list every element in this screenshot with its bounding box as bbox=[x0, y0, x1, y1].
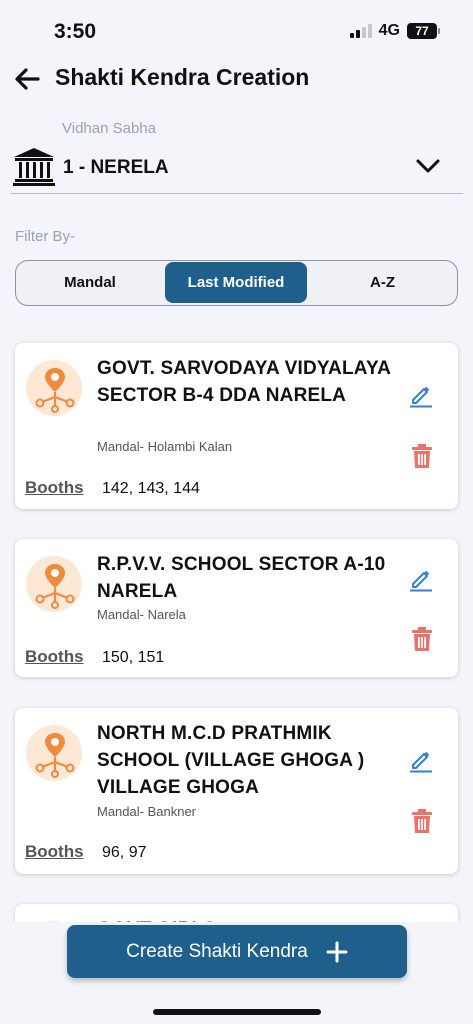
chevron-down-icon[interactable] bbox=[415, 156, 441, 176]
location-network-icon bbox=[26, 556, 82, 612]
kendra-mandal: Mandal- Bankner bbox=[97, 804, 196, 819]
plus-icon bbox=[326, 941, 348, 962]
kendra-card[interactable]: GOVT. SARVODAYA VIDYALAYA SECTOR B-4 DDA… bbox=[15, 343, 458, 509]
location-network-icon bbox=[26, 725, 82, 781]
vidhan-sabha-value: 1 - NERELA bbox=[63, 157, 169, 178]
kendra-mandal: Mandal- Narela bbox=[97, 607, 186, 622]
create-button-label: Create Shakti Kendra bbox=[126, 940, 308, 962]
filter-option-last-modified[interactable]: Last Modified bbox=[165, 262, 307, 303]
header: Shakti Kendra Creation bbox=[0, 58, 473, 100]
status-bar: 3:50 4G 77 bbox=[0, 0, 473, 60]
booths-value: 142, 143, 144 bbox=[102, 480, 200, 497]
kendra-name: R.P.V.V. SCHOOL SECTOR A-10 NARELA bbox=[97, 554, 386, 602]
edit-icon[interactable] bbox=[408, 566, 434, 592]
delete-icon[interactable] bbox=[410, 808, 434, 834]
filter-option-a-z[interactable]: A-Z bbox=[309, 261, 456, 304]
vidhan-sabha-select[interactable]: 1 - NERELA bbox=[10, 140, 463, 194]
filter-option-mandal[interactable]: Mandal bbox=[16, 261, 164, 304]
filter-label: Filter By- bbox=[15, 228, 75, 245]
booths-label[interactable]: Booths bbox=[25, 647, 84, 667]
booths-value: 150, 151 bbox=[102, 649, 165, 666]
location-network-icon bbox=[26, 360, 82, 416]
create-shakti-kendra-button[interactable]: Create Shakti Kendra bbox=[67, 925, 407, 978]
kendra-name: NORTH M.C.D PRATHMIK SCHOOL (VILLAGE GHO… bbox=[97, 723, 365, 798]
booths-label[interactable]: Booths bbox=[25, 842, 84, 862]
edit-icon[interactable] bbox=[408, 747, 434, 773]
government-building-icon bbox=[13, 148, 55, 186]
battery-icon: 77 bbox=[407, 23, 440, 39]
network-type: 4G bbox=[378, 22, 400, 39]
home-indicator bbox=[153, 1009, 321, 1015]
booths-label[interactable]: Booths bbox=[25, 478, 84, 498]
back-arrow-icon[interactable] bbox=[14, 66, 40, 92]
edit-icon[interactable] bbox=[408, 382, 434, 408]
kendra-card[interactable]: NORTH M.C.D PRATHMIK SCHOOL (VILLAGE GHO… bbox=[15, 708, 458, 874]
kendra-card[interactable]: R.P.V.V. SCHOOL SECTOR A-10 NARELA Manda… bbox=[15, 539, 458, 677]
vidhan-sabha-label: Vidhan Sabha bbox=[62, 120, 156, 137]
delete-icon[interactable] bbox=[410, 443, 434, 469]
kendra-name: GOVT. SARVODAYA VIDYALAYA SECTOR B-4 DDA… bbox=[97, 358, 391, 406]
status-time: 3:50 bbox=[54, 20, 97, 43]
status-indicators: 4G 77 bbox=[349, 22, 440, 40]
booths-value: 96, 97 bbox=[102, 844, 147, 861]
filter-segmented-control: Mandal Last Modified A-Z bbox=[15, 260, 458, 306]
kendra-mandal: Mandal- Holambi Kalan bbox=[97, 439, 233, 454]
delete-icon[interactable] bbox=[410, 626, 434, 652]
page-title: Shakti Kendra Creation bbox=[55, 64, 310, 90]
signal-icon bbox=[349, 24, 372, 38]
